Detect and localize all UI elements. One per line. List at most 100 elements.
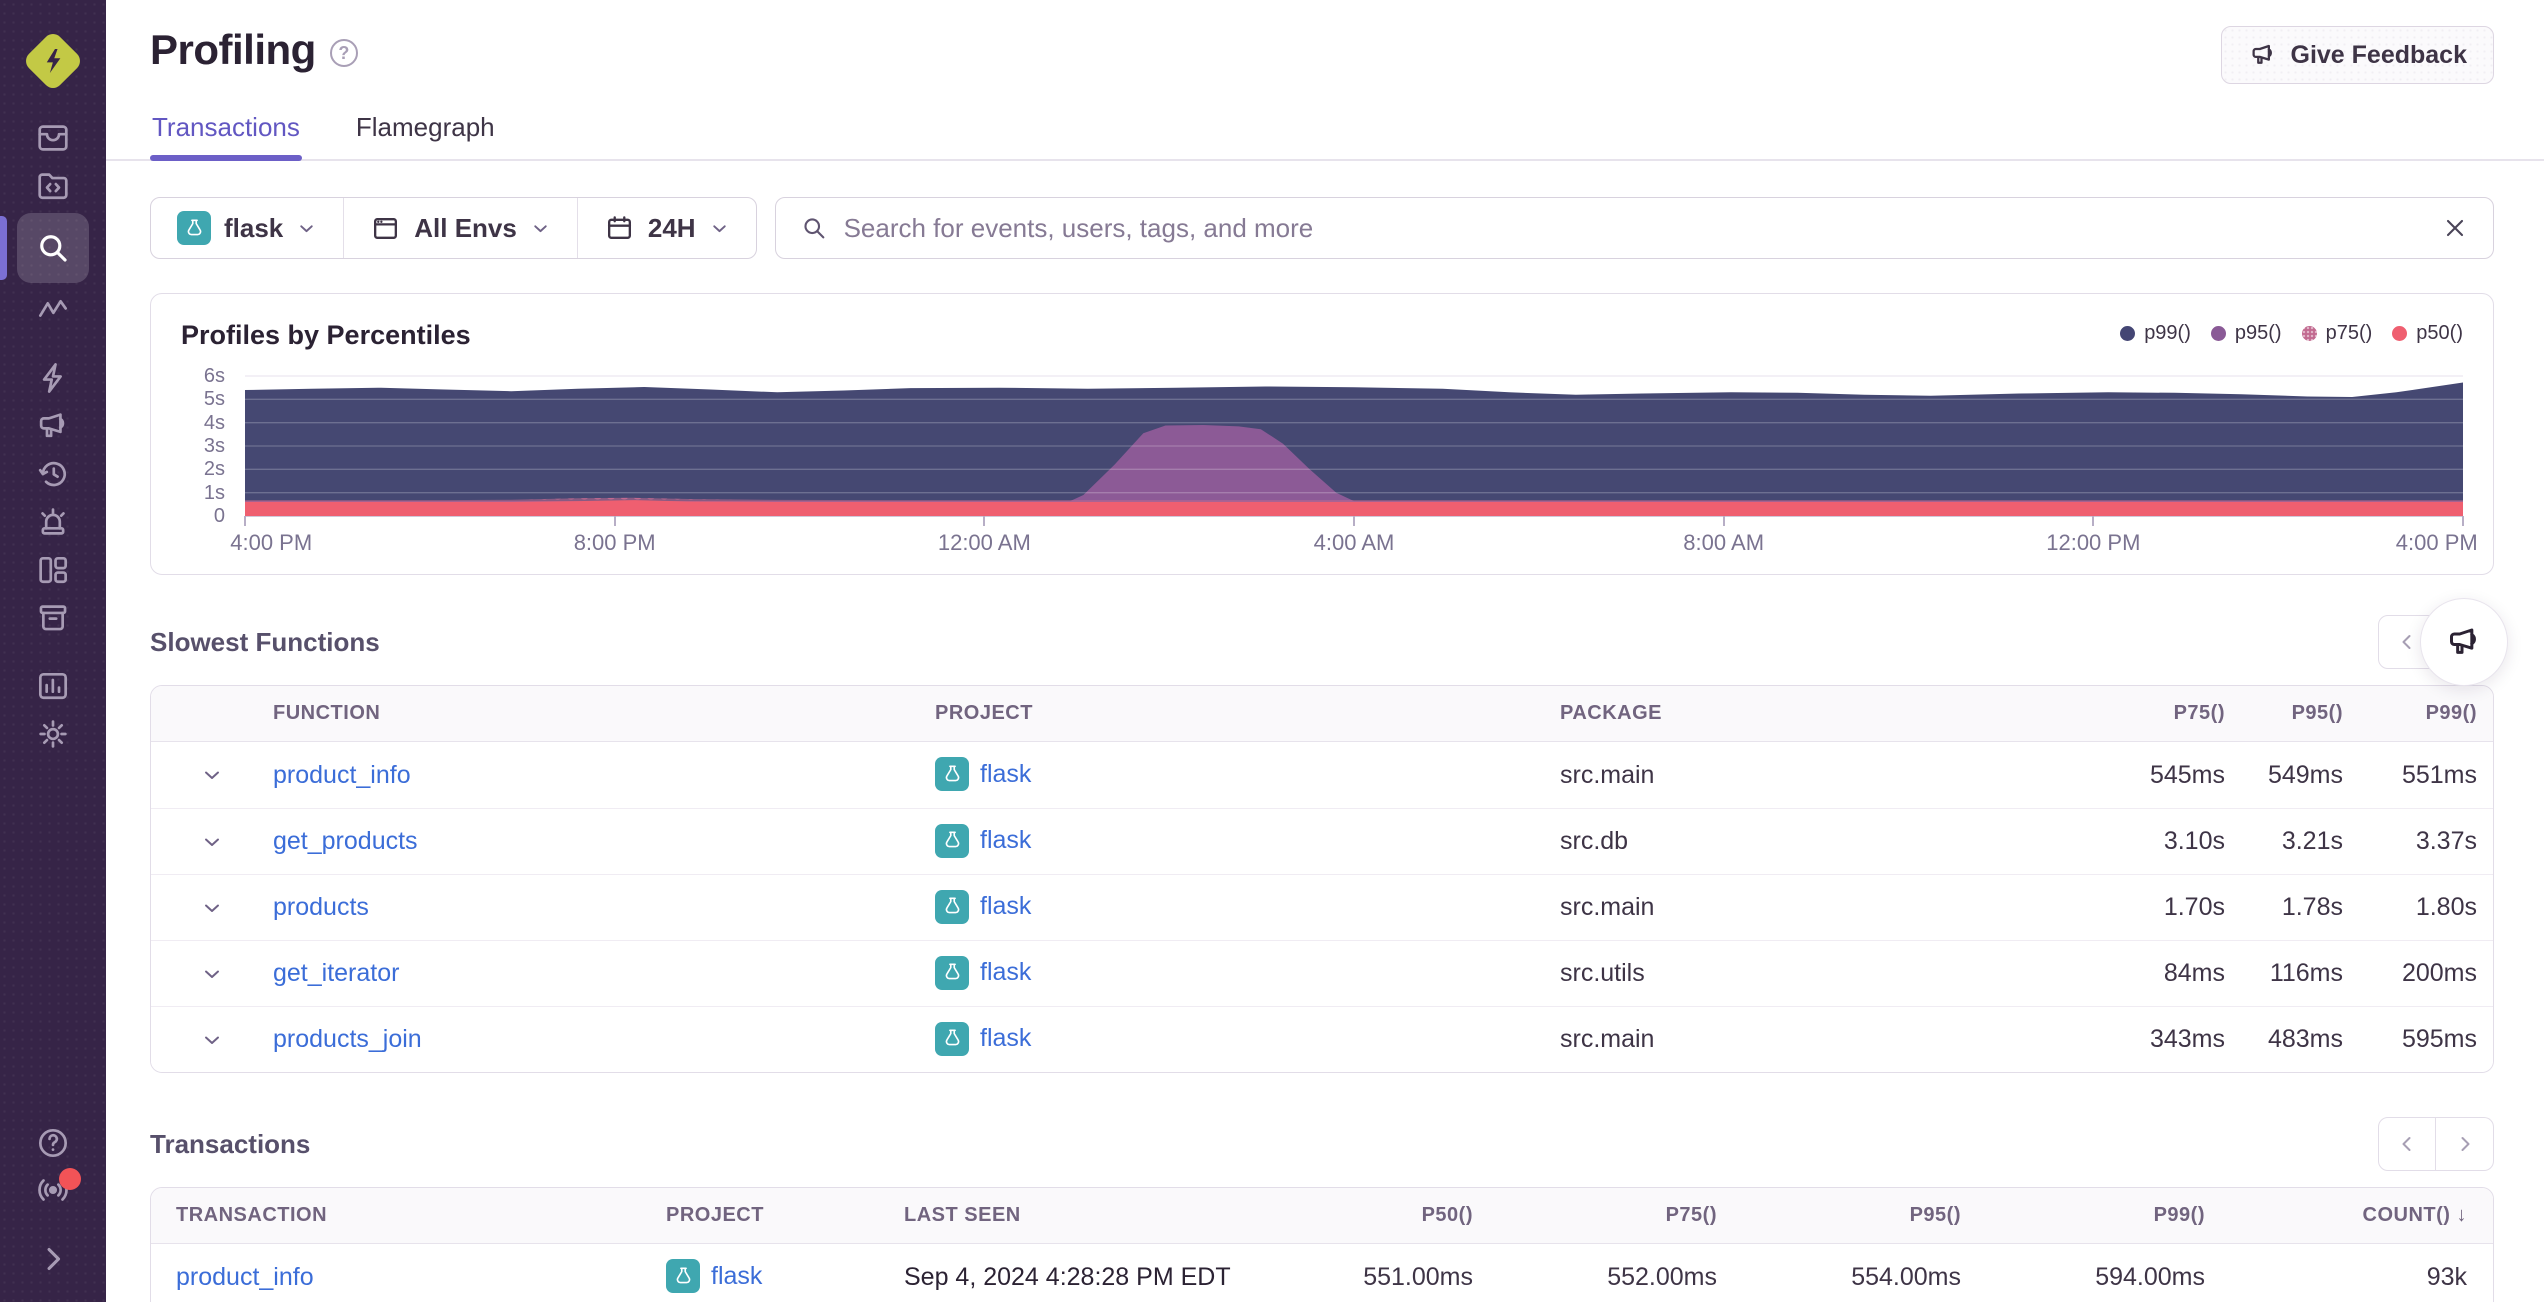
logo-bolt-icon [46,48,61,74]
legend-item-p95[interactable]: p95() [2210,322,2282,345]
p99-cell: 594.00ms [2095,1262,2205,1291]
page-help-icon[interactable]: ? [329,39,358,67]
legend-item-p99[interactable]: p99() [2120,322,2191,345]
project-badge[interactable]: flask [666,1259,762,1294]
chevron-left-icon [2402,1137,2411,1151]
column-header[interactable]: P99() [2359,702,2493,725]
p95-cell: 483ms [2267,1025,2343,1053]
column-header[interactable]: LAST SEEN [879,1204,1255,1227]
next-page-button[interactable] [2436,1117,2494,1171]
sentry-logo[interactable] [21,29,85,93]
column-header[interactable]: PACKAGE [1556,702,2123,725]
p75-cell: 545ms [2149,760,2225,789]
sort-desc-icon: ↓ [2456,1204,2467,1226]
function-link[interactable]: products_join [273,1025,422,1053]
sidebar-item-dashboards[interactable] [17,546,89,594]
expand-row-button[interactable] [151,830,269,854]
environment-filter[interactable]: All Envs [343,198,577,258]
sidebar-item-insights[interactable] [17,354,89,402]
sidebar-item-settings[interactable] [17,710,89,758]
p75-cell: 1.70s [2163,893,2225,921]
sidebar-item-whats-new[interactable] [17,1166,89,1213]
column-header[interactable]: TRANSACTION [151,1204,641,1227]
p75-cell: 84ms [2163,959,2225,987]
table-row: get_products flask src.db 3.10s 3.21s 3.37s [151,808,2493,874]
search-input[interactable] [843,212,2425,244]
legend-dot [2210,326,2226,341]
project-filter[interactable]: flask [151,198,343,258]
floating-feedback-button[interactable] [2420,598,2508,686]
notification-dot [59,1168,81,1190]
column-header[interactable]: P50() [1255,1204,1499,1227]
project-badge[interactable]: flask [935,823,1031,858]
chart-plot-area [245,369,2463,517]
slowest-functions-title: Slowest Functions [150,626,380,657]
lightning-icon [42,363,62,393]
function-link[interactable]: get_iterator [273,959,399,987]
project-badge[interactable]: flask [935,757,1031,792]
sidebar-item-user-feedback[interactable] [17,402,89,450]
column-header[interactable]: P95() [1743,1204,1987,1227]
function-link[interactable]: get_products [273,827,418,855]
legend-item-p75[interactable]: p75() [2301,322,2372,345]
give-feedback-button[interactable]: Give Feedback [2220,26,2494,84]
column-header[interactable]: COUNT() ↓ [2231,1204,2493,1227]
expand-row-button[interactable] [151,962,269,986]
project-link[interactable]: flask [980,958,1031,987]
chart-title: Profiles by Percentiles [181,320,471,350]
x-tick-label: 12:00 AM [937,530,1031,555]
legend-label: p99() [2144,322,2191,344]
column-header[interactable]: P99() [1987,1204,2231,1227]
legend-item-p50[interactable]: p50() [2392,322,2463,345]
tab-transactions[interactable]: Transactions [150,98,302,161]
p99-cell: 595ms [2401,1025,2477,1053]
project-link[interactable]: flask [980,760,1031,789]
column-header[interactable]: P95() [2241,702,2359,725]
sidebar-collapse-button[interactable] [17,1235,89,1282]
sidebar-item-discover[interactable] [17,594,89,642]
sidebar-item-issues[interactable] [17,114,89,162]
column-header[interactable]: FUNCTION [269,702,931,725]
tab-flamegraph[interactable]: Flamegraph [354,98,497,159]
p50-cell: 551.00ms [1363,1262,1473,1291]
expand-row-button[interactable] [151,763,269,787]
sidebar-item-explore[interactable] [0,213,89,283]
date-range-filter[interactable]: 24H [576,198,756,258]
p95-cell: 3.21s [2281,827,2343,855]
project-badge[interactable]: flask [935,889,1031,924]
project-link[interactable]: flask [980,826,1031,855]
sidebar-item-crons[interactable] [17,450,89,498]
sidebar-item-stats[interactable] [17,662,89,710]
column-header[interactable]: P75() [1499,1204,1743,1227]
function-link[interactable]: products [273,893,369,921]
sidebar-footer [17,1119,89,1302]
prev-page-button[interactable] [2378,1117,2436,1171]
sidebar-item-help[interactable] [17,1119,89,1166]
sidebar-item-projects[interactable] [17,162,89,210]
flask-project-icon [935,955,969,990]
y-tick-label: 5s [203,388,225,411]
sidebar-item-traces[interactable] [17,286,89,334]
clock-history-icon [38,461,66,487]
clear-search-icon[interactable] [2441,214,2469,242]
p99-cell: 200ms [2401,959,2477,987]
project-link[interactable]: flask [980,1024,1031,1053]
siren-icon [41,508,65,535]
transaction-link[interactable]: product_info [176,1263,314,1291]
filter-bar: flask All Envs 24H [150,197,2494,259]
x-tick-label: 8:00 PM [573,530,656,555]
column-header[interactable]: P75() [2123,702,2241,725]
column-header[interactable]: PROJECT [641,1204,879,1227]
sidebar-item-alerts[interactable] [17,498,89,546]
function-link[interactable]: product_info [273,761,411,789]
expand-row-button[interactable] [151,896,269,920]
expand-row-button[interactable] [151,1028,269,1052]
x-tick-mark [613,516,616,526]
project-badge[interactable]: flask [935,955,1031,990]
project-link[interactable]: flask [711,1262,762,1291]
project-badge[interactable]: flask [935,1021,1031,1056]
chevron-right-icon [2461,1137,2469,1151]
column-header[interactable]: PROJECT [931,702,1556,725]
project-link[interactable]: flask [980,892,1031,921]
environment-filter-label: All Envs [414,212,517,243]
